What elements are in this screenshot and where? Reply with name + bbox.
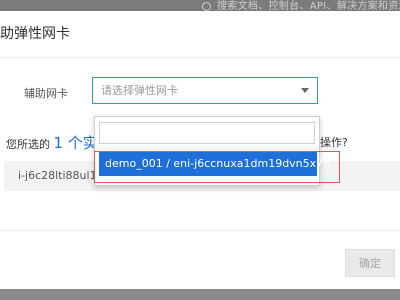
caret-down-icon bbox=[301, 88, 309, 93]
confirm-button[interactable]: 确定 bbox=[345, 249, 395, 277]
background-header: 搜索文档、控制台、API、解决方案和资源 bbox=[0, 0, 400, 12]
eni-dialog: 助弹性网卡 辅助网卡 请选择弹性网卡 您所选的 1 个实 操作? i-j6c28… bbox=[0, 11, 400, 289]
background-footer bbox=[0, 289, 400, 300]
eni-field-label: 辅助网卡 bbox=[24, 87, 68, 100]
search-icon bbox=[202, 1, 211, 11]
divider bbox=[0, 230, 400, 231]
divider bbox=[0, 57, 400, 58]
selected-prefix: 您所选的 bbox=[6, 138, 50, 151]
question-tail: 操作? bbox=[320, 136, 348, 149]
eni-dropdown: demo_001 / eni-j6ccnuxa1dm19dvn5x7n bbox=[94, 116, 330, 186]
selected-instances-text: 您所选的 1 个实 bbox=[6, 132, 98, 153]
dropdown-option[interactable]: demo_001 / eni-j6ccnuxa1dm19dvn5x7n bbox=[99, 152, 330, 176]
dropdown-search-input[interactable] bbox=[99, 122, 315, 144]
eni-select[interactable]: 请选择弹性网卡 bbox=[92, 77, 318, 104]
dialog-title: 助弹性网卡 bbox=[0, 26, 70, 42]
selected-count: 1 个实 bbox=[53, 134, 98, 152]
eni-select-placeholder: 请选择弹性网卡 bbox=[101, 84, 178, 97]
